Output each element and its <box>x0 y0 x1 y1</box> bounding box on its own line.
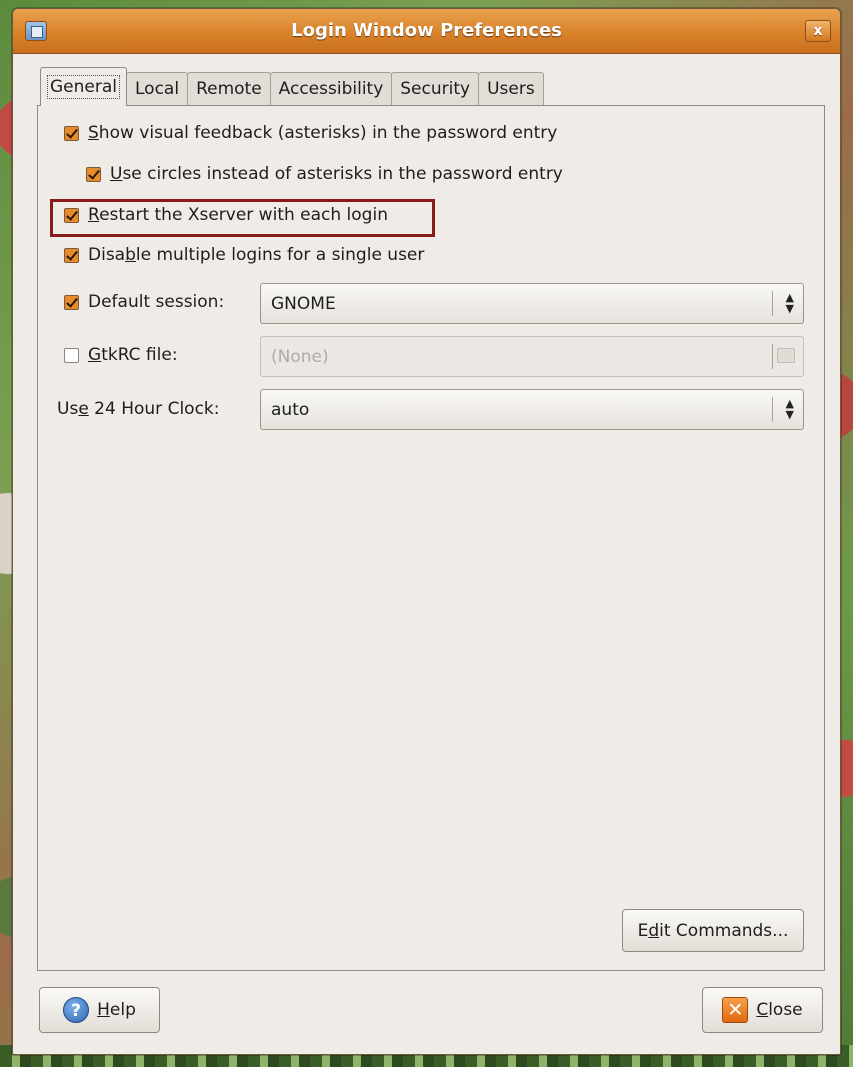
login-window-preferences-dialog: Login Window Preferences x General Local… <box>12 8 841 1055</box>
combo-separator <box>772 397 773 422</box>
close-icon: ✕ <box>722 997 749 1023</box>
help-button[interactable]: ? Help <box>39 987 160 1033</box>
checkbox-checked-icon <box>64 207 79 223</box>
default-session-checkbox[interactable]: Default session: <box>64 292 224 312</box>
disable-multiple-logins-label: Disable multiple logins for a single use… <box>88 245 425 265</box>
window-close-button[interactable]: x <box>805 20 831 42</box>
default-session-combobox[interactable]: GNOME ▲ ▼ <box>260 283 804 324</box>
disable-multiple-logins-checkbox[interactable]: Disable multiple logins for a single use… <box>64 245 424 265</box>
edit-commands-button[interactable]: Ed it Commands... <box>622 909 804 952</box>
chooser-separator <box>772 344 773 369</box>
tab-remote[interactable]: Remote <box>187 72 271 106</box>
tab-security[interactable]: Security <box>391 72 480 106</box>
help-icon: ? <box>63 997 90 1023</box>
folder-icon <box>777 348 795 363</box>
default-session-value: GNOME <box>271 294 336 314</box>
combo-separator <box>772 291 773 316</box>
clock-label: Use 24 Hour Clock: <box>57 399 220 419</box>
checkbox-checked-icon <box>64 125 79 141</box>
gtkrc-file-chooser: (None) <box>260 336 804 377</box>
default-session-label: Default session: <box>88 292 225 312</box>
clock-combobox[interactable]: auto ▲ ▼ <box>260 389 804 430</box>
checkbox-checked-icon <box>64 247 79 263</box>
gtkrc-file-label: GtkRC file: <box>88 345 178 365</box>
title-bar[interactable]: Login Window Preferences x <box>13 9 840 54</box>
window-title: Login Window Preferences <box>291 20 562 41</box>
tab-accessibility[interactable]: Accessibility <box>269 72 393 106</box>
restart-xserver-label: Restart the Xserver with each login <box>88 205 388 225</box>
use-circles-label: Use circles instead of asterisks in the … <box>110 164 563 184</box>
show-feedback-checkbox[interactable]: Show visual feedback (asterisks) in the … <box>64 123 557 143</box>
close-button[interactable]: ✕ Close <box>702 987 823 1033</box>
show-feedback-label: Show visual feedback (asterisks) in the … <box>88 123 558 143</box>
help-label: Help <box>97 1000 136 1020</box>
clock-value: auto <box>271 400 310 420</box>
tab-bar: General Local Remote Accessibility Secur… <box>40 64 544 106</box>
combo-arrows-icon: ▲ ▼ <box>785 397 794 421</box>
checkbox-checked-icon <box>64 294 79 310</box>
gtkrc-file-value: (None) <box>271 347 329 367</box>
tab-users[interactable]: Users <box>478 72 544 106</box>
checkbox-unchecked-icon <box>64 347 79 363</box>
use-circles-checkbox[interactable]: Use circles instead of asterisks in the … <box>86 164 563 184</box>
gtkrc-file-checkbox[interactable]: GtkRC file: <box>64 345 178 365</box>
tab-local[interactable]: Local <box>126 72 189 106</box>
close-label: Close <box>756 1000 803 1020</box>
restart-xserver-checkbox[interactable]: Restart the Xserver with each login <box>64 205 388 225</box>
checkbox-checked-icon <box>86 166 101 182</box>
tab-general[interactable]: General <box>40 67 127 106</box>
combo-arrows-icon: ▲ ▼ <box>785 291 794 315</box>
